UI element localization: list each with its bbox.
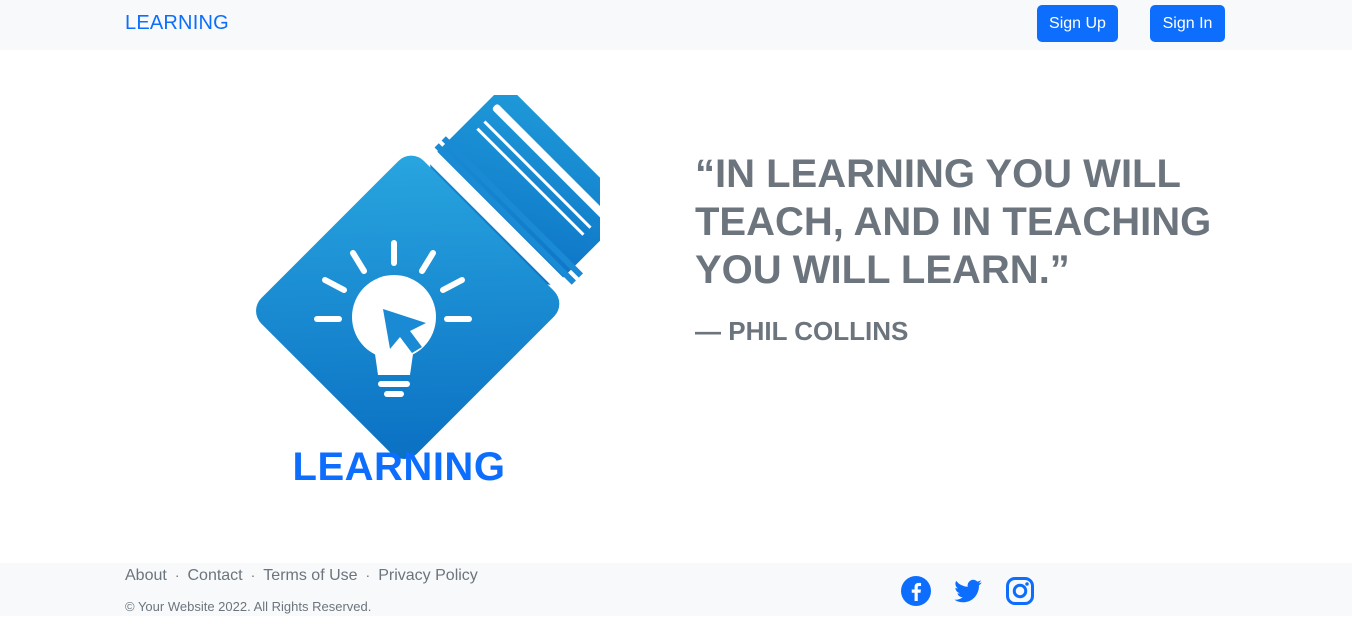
learning-logo [200, 89, 626, 495]
footer-link-terms[interactable]: Terms of Use [263, 567, 357, 584]
hero-quote: “In learning you will teach, and in teac… [695, 152, 1212, 292]
top-navbar: LEARNING Sign Up Sign In [0, 0, 1352, 50]
copyright-text: © Your Website 2022. All Rights Reserved… [125, 599, 372, 614]
instagram-link[interactable] [1005, 576, 1035, 606]
footer-separator: · [250, 567, 256, 583]
facebook-link[interactable] [901, 576, 931, 606]
twitter-link[interactable] [953, 576, 983, 606]
quote-author: — Phil Collins [695, 316, 909, 346]
footer-link-contact[interactable]: Contact [187, 567, 242, 584]
brand-link[interactable]: LEARNING [125, 12, 229, 35]
facebook-icon [901, 576, 931, 606]
footer-link-privacy[interactable]: Privacy Policy [378, 567, 478, 584]
logo-wordmark: LEARNING [292, 445, 506, 489]
footer: About · Contact · Terms of Use · Privacy Polic… [0, 563, 1352, 616]
footer-link-about[interactable]: About [125, 567, 167, 584]
sign-in-button[interactable]: Sign In [1150, 5, 1225, 42]
twitter-icon [954, 579, 982, 603]
instagram-icon [1006, 577, 1034, 605]
book-lightbulb-icon [256, 89, 626, 459]
footer-separator: · [365, 567, 371, 583]
sign-up-button[interactable]: Sign Up [1037, 5, 1118, 42]
footer-separator: · [174, 567, 180, 583]
footer-links: About · Contact · Terms of Use · Privacy Polic… [125, 567, 478, 585]
